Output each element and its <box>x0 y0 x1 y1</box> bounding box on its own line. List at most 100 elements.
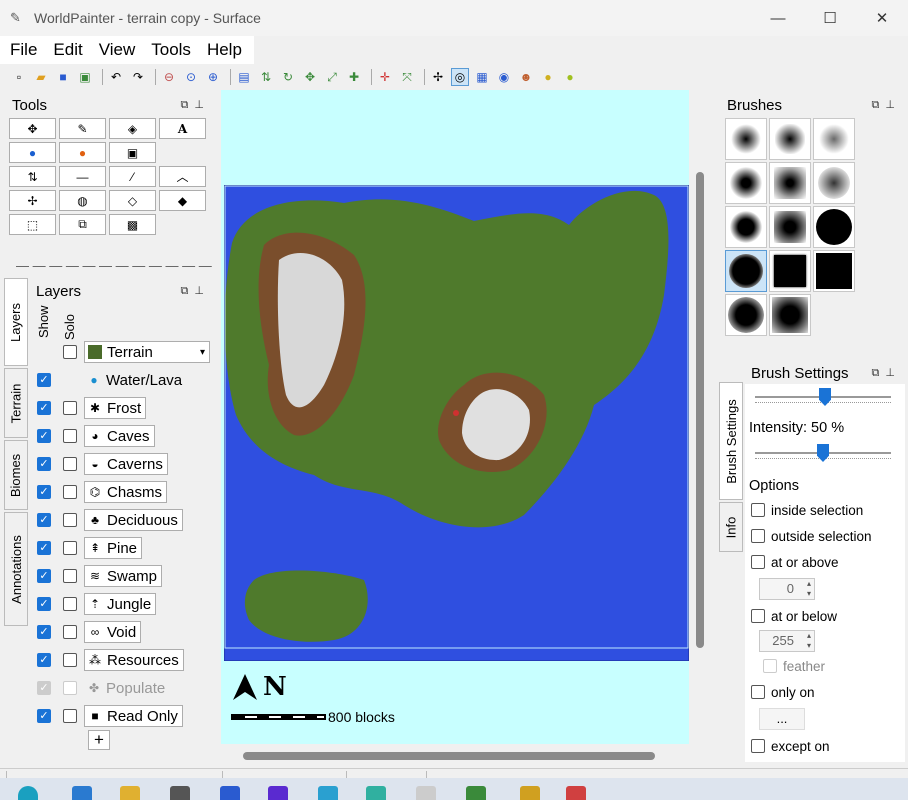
menu-help[interactable]: Help <box>207 40 242 60</box>
show-checkbox[interactable]: ✓ <box>37 401 51 415</box>
rotate-icon[interactable]: ↻ <box>279 68 297 86</box>
minimize-button[interactable]: — <box>752 0 804 36</box>
solo-checkbox[interactable] <box>63 485 77 499</box>
at-or-above-option[interactable]: at or above <box>751 552 839 572</box>
menu-file[interactable]: File <box>10 40 37 60</box>
show-checkbox[interactable]: ✓ <box>37 569 51 583</box>
taskbar-app-icon[interactable] <box>72 786 92 800</box>
layer-button-swamp[interactable]: ≋ Swamp <box>84 565 163 587</box>
raise-rotated-pyramid-tool-icon[interactable]: ◆ <box>159 190 206 211</box>
light-icon[interactable]: ● <box>539 68 557 86</box>
panel-float-pin-icons[interactable]: ⧉ ⊥ <box>180 284 204 298</box>
menu-view[interactable]: View <box>99 40 136 60</box>
brush-noise-medium[interactable] <box>813 162 855 204</box>
grid-icon[interactable]: ✢ <box>429 68 447 86</box>
except-on-option[interactable]: except on <box>751 736 830 756</box>
brush-soft-circle-small[interactable] <box>725 118 767 160</box>
solo-checkbox[interactable] <box>63 541 77 555</box>
brush-noise-small[interactable] <box>813 118 855 160</box>
layer-button-resources[interactable]: ⁂ Resources <box>84 649 184 671</box>
raise-mountain-tool-icon[interactable]: ︿ <box>159 166 206 187</box>
gold-light-icon[interactable]: ● <box>561 68 579 86</box>
brush-large-soft-circle[interactable] <box>725 294 767 336</box>
set-spawn-tool-icon[interactable]: ✢ <box>9 190 56 211</box>
solo-checkbox[interactable] <box>63 625 77 639</box>
undo-icon[interactable]: ↶ <box>107 68 125 86</box>
except-on-checkbox[interactable] <box>751 739 765 753</box>
show-checkbox[interactable]: ✓ <box>37 709 51 723</box>
show-checkbox[interactable]: ✓ <box>37 625 51 639</box>
menu-edit[interactable]: Edit <box>53 40 82 60</box>
layer-button-jungle[interactable]: ⇡ Jungle <box>84 593 157 615</box>
layer-button-chasms[interactable]: ⌬ Chasms <box>84 481 168 503</box>
brush-large-soft-square[interactable] <box>769 294 811 336</box>
taskbar-app-icon[interactable] <box>18 786 38 800</box>
tab-info[interactable]: Info <box>719 502 743 552</box>
background-image-icon[interactable]: ▦ <box>473 68 491 86</box>
inside-selection-checkbox[interactable] <box>751 503 765 517</box>
brush-medium-circle[interactable] <box>725 162 767 204</box>
inside-selection-option[interactable]: inside selection <box>751 500 863 520</box>
slope-tool-icon[interactable]: ⁄ <box>109 166 156 187</box>
brush-hard-circle[interactable] <box>813 206 855 248</box>
zoom-reset-icon[interactable]: ⊙ <box>182 68 200 86</box>
scale-icon[interactable]: ⤢ <box>323 68 341 86</box>
outside-selection-option[interactable]: outside selection <box>751 526 872 546</box>
taskbar-app-icon[interactable] <box>366 786 386 800</box>
menu-tools[interactable]: Tools <box>151 40 191 60</box>
taskbar-app-icon[interactable] <box>466 786 486 800</box>
show-checkbox[interactable]: ✓ <box>37 653 51 667</box>
move-to-spawn-icon[interactable]: ✛ <box>376 68 394 86</box>
flood-fill-tool-icon[interactable]: ◈ <box>109 118 156 139</box>
view-icon[interactable]: ◉ <box>495 68 513 86</box>
tab-annotations[interactable]: Annotations <box>4 512 28 626</box>
contours-icon[interactable]: ◎ <box>451 68 469 86</box>
vertical-scrollbar[interactable] <box>690 90 708 744</box>
brush-medium-square[interactable] <box>769 162 811 204</box>
raise-pyramid-tool-icon[interactable]: ◇ <box>109 190 156 211</box>
open-folder-icon[interactable]: ▰ <box>32 68 50 86</box>
lava-flood-tool-icon[interactable]: ● <box>59 142 106 163</box>
solo-checkbox[interactable] <box>63 709 77 723</box>
taskbar-app-icon[interactable] <box>318 786 338 800</box>
only-on-chooser-button[interactable]: ... <box>759 708 805 730</box>
only-on-option[interactable]: only on <box>751 682 815 702</box>
scrollbar-thumb[interactable] <box>243 752 655 760</box>
plugin-icon[interactable]: ✚ <box>345 68 363 86</box>
save-icon[interactable]: ■ <box>54 68 72 86</box>
solo-checkbox[interactable] <box>63 513 77 527</box>
clear-selection-tool-icon[interactable]: ▩ <box>109 214 156 235</box>
show-checkbox[interactable]: ✓ <box>37 541 51 555</box>
brush-square-gradient[interactable] <box>769 206 811 248</box>
outside-selection-checkbox[interactable] <box>751 529 765 543</box>
show-checkbox[interactable]: ✓ <box>37 513 51 527</box>
show-checkbox[interactable]: ✓ <box>37 457 51 471</box>
text-tool-icon[interactable]: A <box>159 118 206 139</box>
solo-checkbox[interactable] <box>63 345 77 359</box>
terrain-combo[interactable]: Terrain ▾ <box>84 341 210 363</box>
copy-selection-tool-icon[interactable]: ⧉ <box>59 214 106 235</box>
flatten-tool-icon[interactable]: — <box>59 166 106 187</box>
layer-button-deciduous[interactable]: ♣ Deciduous <box>84 509 183 531</box>
selection-tool-icon[interactable]: ⬚ <box>9 214 56 235</box>
brush-hard-circle-soft[interactable] <box>725 206 767 248</box>
at-or-above-spinner[interactable]: 0 <box>759 578 815 600</box>
at-or-above-checkbox[interactable] <box>751 555 765 569</box>
solo-checkbox[interactable] <box>63 653 77 667</box>
layer-button-water-lava[interactable]: ● Water/Lava <box>84 369 186 391</box>
taskbar-app-icon[interactable] <box>170 786 190 800</box>
show-checkbox[interactable]: ✓ <box>37 485 51 499</box>
layer-button-pine[interactable]: ⇞ Pine <box>84 537 143 559</box>
change-height-icon[interactable]: ⇅ <box>257 68 275 86</box>
redo-icon[interactable]: ↷ <box>129 68 147 86</box>
layer-button-caverns[interactable]: ◒ Caverns <box>84 453 168 475</box>
move-to-origin-icon[interactable]: ⤧ <box>398 68 416 86</box>
horizontal-scrollbar[interactable] <box>221 746 689 764</box>
layer-button-caves[interactable]: ◕ Caves <box>84 425 155 447</box>
at-or-below-option[interactable]: at or below <box>751 606 837 626</box>
brush-square-hard-edge[interactable] <box>769 250 811 292</box>
maximize-button[interactable]: ☐ <box>804 0 856 36</box>
tab-terrain[interactable]: Terrain <box>4 368 28 438</box>
player-icon[interactable]: ☻ <box>517 68 535 86</box>
layer-button-void[interactable]: ∞ Void <box>84 621 142 643</box>
